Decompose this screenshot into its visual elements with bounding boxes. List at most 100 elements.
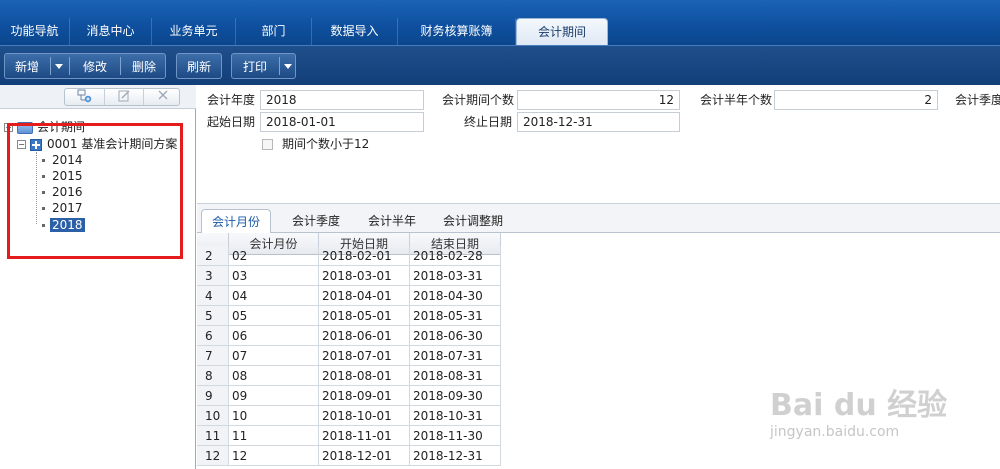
tree-item-2017[interactable]: 2017 xyxy=(42,200,85,216)
tree-item-2015[interactable]: 2015 xyxy=(42,168,85,184)
month-cell: 06 xyxy=(229,326,319,346)
tree-scheme-label: 0001 基准会计期间方案 xyxy=(47,137,178,151)
month-cell: 05 xyxy=(229,306,319,326)
tab-data-import[interactable]: 数据导入 xyxy=(312,18,398,45)
row-number-cell: 7 xyxy=(197,346,229,366)
table-row[interactable]: 6 06 2018-06-01 2018-06-30 xyxy=(197,326,501,346)
collapse-icon[interactable]: − xyxy=(17,140,26,149)
delete-button[interactable]: 删除 xyxy=(121,54,167,80)
add-node-icon[interactable] xyxy=(65,89,103,105)
start-date-cell: 2018-12-01 xyxy=(319,446,410,466)
table-row[interactable]: 11 11 2018-11-01 2018-11-30 xyxy=(197,426,501,446)
table-row[interactable]: 2 02 2018-02-01 2018-02-28 xyxy=(197,246,501,266)
month-cell: 07 xyxy=(229,346,319,366)
print-button[interactable]: 打印 xyxy=(232,54,278,80)
divider xyxy=(50,57,51,75)
refresh-button[interactable]: 刷新 xyxy=(176,53,222,79)
end-date-cell: 2018-08-31 xyxy=(410,366,501,386)
tab-accounting-adjustment[interactable]: 会计调整期 xyxy=(433,209,513,234)
month-cell: 03 xyxy=(229,266,319,286)
tab-accounting-period[interactable]: 会计期间 xyxy=(516,18,608,45)
edit-icon[interactable] xyxy=(104,89,142,105)
end-date-cell: 2018-11-30 xyxy=(410,426,501,446)
start-date-field[interactable]: 2018-01-01 xyxy=(260,112,424,132)
table-row[interactable]: 9 09 2018-09-01 2018-09-30 xyxy=(197,386,501,406)
tree-item-label: 2014 xyxy=(52,153,83,167)
end-date-cell: 2018-02-28 xyxy=(410,246,501,266)
row-number-cell: 5 xyxy=(197,306,229,326)
month-cell: 08 xyxy=(229,366,319,386)
toolbar: 新增 修改 删除 刷新 打印 xyxy=(0,45,1000,85)
half-year-count-label: 会计半年个数 xyxy=(700,93,773,107)
edit-button-group: 新增 修改 删除 xyxy=(4,53,166,79)
divider xyxy=(279,57,280,75)
new-dropdown-arrow-icon[interactable] xyxy=(55,64,63,69)
tab-finance-ledger[interactable]: 财务核算账簿 xyxy=(398,18,516,45)
month-cell: 11 xyxy=(229,426,319,446)
row-number-cell: 2 xyxy=(197,246,229,266)
end-date-cell: 2018-06-30 xyxy=(410,326,501,346)
row-number-cell: 6 xyxy=(197,326,229,346)
table-row[interactable]: 8 08 2018-08-01 2018-08-31 xyxy=(197,366,501,386)
tree-item-2014[interactable]: 2014 xyxy=(42,152,85,168)
new-button[interactable]: 新增 xyxy=(5,54,49,80)
month-cell: 12 xyxy=(229,446,319,466)
edit-button[interactable]: 修改 xyxy=(71,54,119,80)
tree-item-2016[interactable]: 2016 xyxy=(42,184,85,200)
top-nav: 功能导航 消息中心 业务单元 部门 数据导入 财务核算账簿 会计期间 xyxy=(0,0,1000,45)
close-icon[interactable] xyxy=(143,89,181,105)
table-row[interactable]: 4 04 2018-04-01 2018-04-30 xyxy=(197,286,501,306)
end-date-label: 终止日期 xyxy=(464,115,513,129)
end-date-cell: 2018-12-31 xyxy=(410,446,501,466)
tab-message-center[interactable]: 消息中心 xyxy=(70,18,152,45)
period-count-less-than-12-checkbox[interactable] xyxy=(262,139,273,150)
table-row[interactable]: 12 12 2018-12-01 2018-12-31 xyxy=(197,446,501,466)
start-date-cell: 2018-05-01 xyxy=(319,306,410,326)
row-number-cell: 9 xyxy=(197,386,229,406)
period-count-label: 会计期间个数 xyxy=(442,93,515,107)
tab-business-unit[interactable]: 业务单元 xyxy=(152,18,236,45)
tree-item-label-selected: 2018 xyxy=(50,218,85,232)
tree-root[interactable]: − 会计期间 xyxy=(4,119,87,135)
start-date-cell: 2018-11-01 xyxy=(319,426,410,446)
tab-accounting-half-year[interactable]: 会计半年 xyxy=(357,209,427,234)
half-year-count-field[interactable]: 2 xyxy=(774,90,938,110)
scheme-icon xyxy=(30,138,42,151)
end-date-cell: 2018-04-30 xyxy=(410,286,501,306)
tree-connector xyxy=(36,152,37,224)
month-cell: 04 xyxy=(229,286,319,306)
row-number-cell: 11 xyxy=(197,426,229,446)
table-row[interactable]: 3 03 2018-03-01 2018-03-31 xyxy=(197,266,501,286)
start-date-cell: 2018-08-01 xyxy=(319,366,410,386)
row-number-cell: 8 xyxy=(197,366,229,386)
end-date-field[interactable]: 2018-12-31 xyxy=(517,112,680,132)
tree-scheme-node[interactable]: − 0001 基准会计期间方案 xyxy=(17,136,179,152)
leaf-dot-icon xyxy=(42,191,45,194)
tab-accounting-month[interactable]: 会计月份 xyxy=(201,209,271,234)
table-row[interactable]: 5 05 2018-05-01 2018-05-31 xyxy=(197,306,501,326)
row-number-cell: 4 xyxy=(197,286,229,306)
folder-icon xyxy=(17,121,33,134)
tree-root-label: 会计期间 xyxy=(37,120,86,134)
tab-department[interactable]: 部门 xyxy=(236,18,312,45)
print-dropdown-arrow-icon[interactable] xyxy=(284,64,292,69)
fiscal-year-label: 会计年度 xyxy=(207,93,256,107)
start-date-cell: 2018-07-01 xyxy=(319,346,410,366)
tree-item-2018[interactable]: 2018 xyxy=(42,217,85,233)
start-date-cell: 2018-04-01 xyxy=(319,286,410,306)
leaf-dot-icon xyxy=(42,224,45,227)
month-cell: 02 xyxy=(229,246,319,266)
end-date-cell: 2018-07-31 xyxy=(410,346,501,366)
tab-accounting-quarter[interactable]: 会计季度 xyxy=(281,209,351,234)
tab-function-nav[interactable]: 功能导航 xyxy=(0,18,70,45)
collapse-icon[interactable]: − xyxy=(4,123,13,132)
fiscal-year-field[interactable]: 2018 xyxy=(260,90,424,110)
end-date-cell: 2018-03-31 xyxy=(410,266,501,286)
row-number-cell: 3 xyxy=(197,266,229,286)
table-row[interactable]: 7 07 2018-07-01 2018-07-31 xyxy=(197,346,501,366)
leaf-dot-icon xyxy=(42,207,45,210)
table-row[interactable]: 10 10 2018-10-01 2018-10-31 xyxy=(197,406,501,426)
start-date-label: 起始日期 xyxy=(207,115,256,129)
period-count-field[interactable]: 12 xyxy=(517,90,680,110)
start-date-cell: 2018-09-01 xyxy=(319,386,410,406)
